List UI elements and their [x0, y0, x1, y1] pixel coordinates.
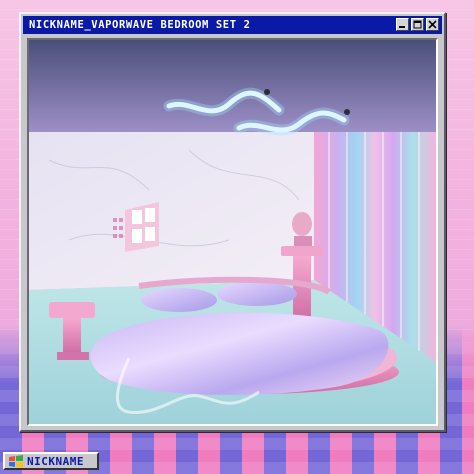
maximize-button[interactable] — [411, 18, 424, 31]
window-title: NICKNAME_VAPORWAVE BEDROOM SET 2 — [29, 19, 251, 31]
scene-viewport — [27, 38, 438, 426]
vaporwave-bedroom-render — [29, 40, 436, 424]
title-bar[interactable]: NICKNAME_VAPORWAVE BEDROOM SET 2 — [23, 16, 442, 34]
start-button-label: NICKNAME — [27, 454, 84, 468]
close-button[interactable] — [426, 18, 439, 31]
window-controls — [396, 18, 439, 31]
ceiling-spot — [264, 89, 270, 95]
minimize-button[interactable] — [396, 18, 409, 31]
minimize-icon — [399, 26, 405, 28]
close-icon — [428, 20, 437, 29]
pillow — [217, 282, 297, 306]
maximize-icon — [413, 20, 422, 29]
ceiling — [29, 40, 436, 132]
ceiling-spot — [344, 109, 350, 115]
app-window: NICKNAME_VAPORWAVE BEDROOM SET 2 — [19, 12, 446, 432]
taskbar: NICKNAME — [0, 444, 474, 474]
windows-logo-icon — [9, 454, 23, 468]
start-button[interactable]: NICKNAME — [3, 452, 99, 470]
marble-wall — [29, 132, 314, 290]
pillow — [141, 288, 217, 312]
